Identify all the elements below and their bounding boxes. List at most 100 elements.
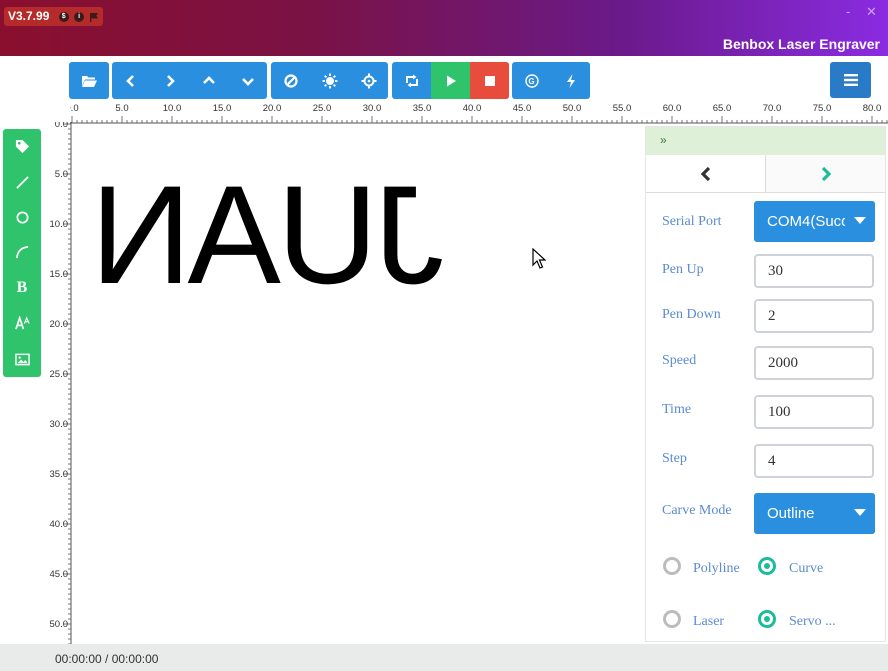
ruler-tick-label: 25.0	[50, 369, 69, 380]
origin-button[interactable]	[349, 62, 388, 99]
minimize-button[interactable]: -	[846, 4, 850, 19]
move-down-button[interactable]	[228, 62, 267, 99]
ruler-tick-label: 50.0	[563, 103, 582, 114]
carve-mode-value: Outline	[767, 505, 815, 522]
vertical-ruler: 0.0 5.0 10.0 15.0 20.0 25.0 30.0 35.0 40.0 45.0 50…	[50, 122, 72, 644]
ruler-tick-label: 10.0	[50, 219, 69, 230]
tab-previous[interactable]	[646, 155, 766, 192]
settings-panel: » Serial Port COM4(Success) Pen Up 30 Pe…	[645, 126, 886, 642]
drawing-tools-bar: B	[3, 129, 41, 377]
status-bar: 00:00:00 / 00:00:00	[0, 644, 888, 671]
ruler-tick-label: 20.0	[263, 103, 282, 114]
title-bar: V3.7.99 $ i - ✕ Benbox Laser Engraver	[0, 0, 888, 56]
polyline-radio[interactable]	[663, 557, 681, 575]
serial-port-select[interactable]: COM4(Success)	[754, 201, 875, 242]
bold-text-tool[interactable]: B	[3, 271, 41, 306]
play-icon	[446, 75, 456, 86]
stop-button[interactable]	[470, 62, 509, 99]
laser-test-button[interactable]	[310, 62, 349, 99]
chevron-left-icon	[126, 74, 135, 87]
pen-up-label: Pen Up	[662, 262, 704, 277]
ruler-tick-label: 30.0	[50, 419, 69, 430]
retweet-icon	[405, 74, 418, 87]
sun-icon	[322, 73, 337, 88]
tag-icon	[15, 140, 29, 154]
laser-radio[interactable]	[663, 610, 681, 628]
gcode-button[interactable]: G	[512, 62, 551, 99]
disable-button[interactable]	[271, 62, 310, 99]
hamburger-icon	[843, 74, 858, 86]
ruler-tick-label: 65.0	[713, 103, 732, 114]
ruler-tick-label: 30.0	[363, 103, 382, 114]
line-tool[interactable]	[3, 164, 41, 199]
image-tool[interactable]	[3, 341, 41, 376]
version-text: V3.7.99	[8, 9, 50, 23]
move-right-button[interactable]	[151, 62, 190, 99]
file-toolbar-group	[69, 62, 109, 99]
servo-radio[interactable]	[758, 610, 776, 628]
pen-up-input[interactable]: 30	[754, 254, 874, 288]
time-input[interactable]: 100	[754, 395, 874, 429]
speed-label: Speed	[662, 353, 697, 368]
ruler-tick-label: 60.0	[663, 103, 682, 114]
bolt-icon	[566, 73, 575, 88]
ruler-tick-label: 10.0	[163, 103, 182, 114]
arc-icon	[15, 246, 28, 259]
repeat-button[interactable]	[392, 62, 431, 99]
elapsed-time: 00:00:00 / 00:00:00	[55, 652, 159, 666]
speed-input[interactable]: 2000	[754, 346, 874, 380]
ruler-tick-label: 40.0	[50, 519, 69, 530]
ban-icon	[283, 73, 298, 88]
ruler-tick-label: 0.0	[70, 103, 79, 114]
ruler-tick-label: 45.0	[513, 103, 532, 114]
ruler-tick-label: 70.0	[763, 103, 782, 114]
carve-mode-label: Carve Mode	[662, 503, 732, 518]
tag-tool[interactable]	[3, 129, 41, 164]
ruler-tick-label: 5.0	[115, 103, 128, 114]
image-icon	[14, 353, 30, 365]
ruler-tick-label: 5.0	[55, 169, 68, 180]
ruler-tick-label: 25.0	[313, 103, 332, 114]
serial-port-label: Serial Port	[662, 214, 722, 229]
app-title: Benbox Laser Engraver	[722, 36, 880, 52]
panel-tabs	[646, 155, 885, 193]
version-badge: V3.7.99 $ i	[4, 7, 104, 26]
ruler-tick-label: 40.0	[463, 103, 482, 114]
carve-mode-select[interactable]: Outline	[754, 493, 875, 534]
ruler-tick-label: 0.0	[55, 122, 68, 130]
bold-text-icon: B	[16, 279, 28, 297]
curve-radio[interactable]	[758, 557, 776, 575]
circle-tool[interactable]	[3, 200, 41, 235]
step-input[interactable]: 4	[754, 444, 874, 478]
extra-toolbar-group: G	[512, 62, 590, 99]
step-label: Step	[662, 451, 687, 466]
panel-collapse-toggle[interactable]: »	[646, 127, 885, 155]
caret-down-icon	[854, 509, 866, 516]
font-tool[interactable]	[3, 306, 41, 341]
ruler-tick-label: 75.0	[813, 103, 832, 114]
flag-icon[interactable]	[90, 12, 99, 22]
flash-button[interactable]	[551, 62, 590, 99]
ruler-tick-label: 35.0	[50, 469, 69, 480]
info-icon[interactable]: i	[74, 12, 85, 23]
tab-next[interactable]	[766, 155, 885, 192]
horizontal-ruler: 0.0 5.0 10.0 15.0 20.0 25.0 30.0 35.0 40.0 45.0 50…	[70, 103, 888, 124]
folder-open-icon	[81, 75, 97, 87]
ruler-tick-label: 55.0	[613, 103, 632, 114]
arc-tool[interactable]	[3, 235, 41, 270]
settings-icon[interactable]: $	[58, 12, 69, 23]
pen-down-input[interactable]: 2	[754, 299, 874, 333]
move-up-button[interactable]	[190, 62, 229, 99]
engrave-canvas[interactable]: JUAN	[72, 124, 645, 644]
menu-button[interactable]	[830, 62, 871, 98]
close-button[interactable]: ✕	[866, 4, 877, 20]
ruler-tick-label: 15.0	[50, 269, 69, 280]
caret-down-icon	[854, 217, 866, 224]
start-button[interactable]	[431, 62, 470, 99]
crosshairs-icon	[361, 73, 376, 88]
move-left-button[interactable]	[112, 62, 151, 99]
chevron-down-icon	[241, 77, 254, 86]
engraved-text-object[interactable]: JUAN	[94, 156, 444, 313]
mouse-cursor-icon	[532, 248, 546, 269]
open-file-button[interactable]	[69, 62, 108, 99]
